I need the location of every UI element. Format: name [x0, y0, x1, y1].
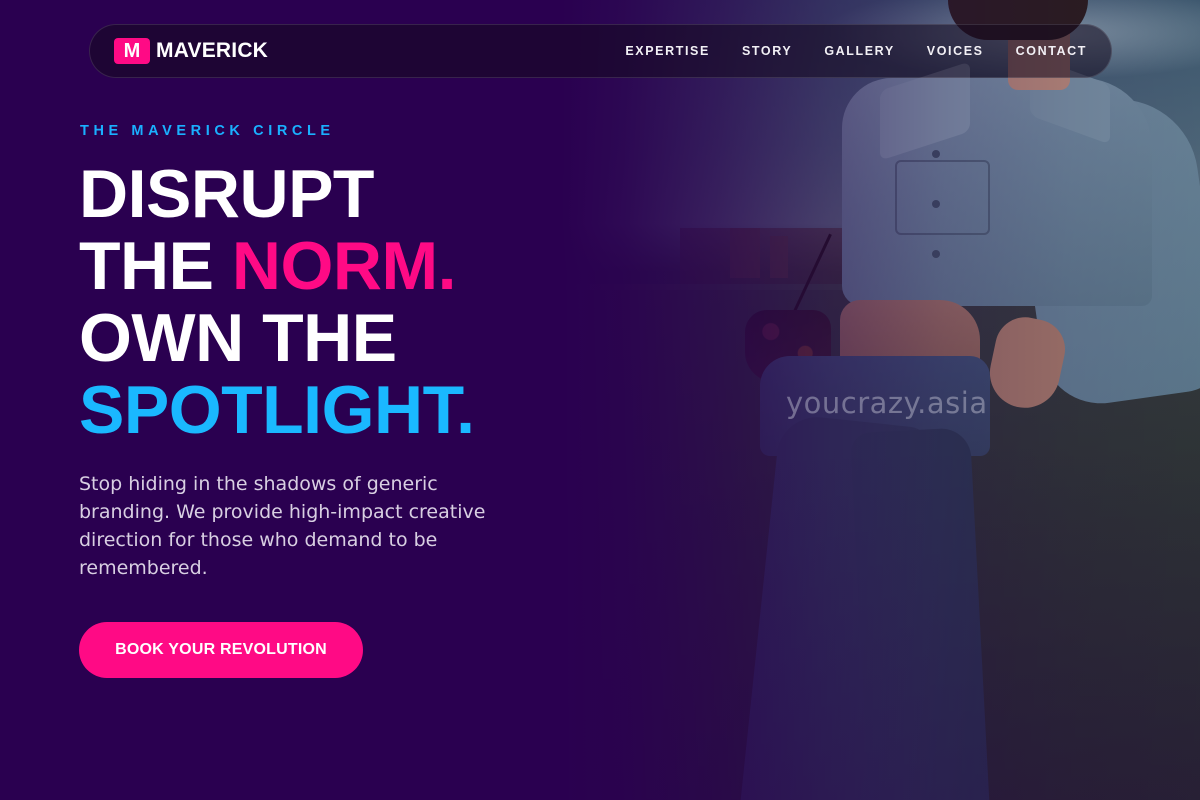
watermark-text: youcrazy.asia	[786, 386, 988, 420]
hero-headline: DISRUPT THE NORM. OWN THE SPOTLIGHT.	[79, 156, 475, 448]
headline-line-4: SPOTLIGHT.	[79, 372, 475, 448]
book-revolution-button[interactable]: BOOK YOUR REVOLUTION	[79, 622, 363, 678]
brand-logo[interactable]: M MAVERICK	[114, 38, 268, 64]
hero-eyebrow: THE MAVERICK CIRCLE	[80, 123, 335, 139]
headline-line-3: OWN THE	[79, 300, 397, 376]
nav-links: EXPERTISE STORY GALLERY VOICES CONTACT	[625, 44, 1087, 58]
top-navbar: M MAVERICK EXPERTISE STORY GALLERY VOICE…	[89, 24, 1112, 78]
nav-link-expertise[interactable]: EXPERTISE	[625, 44, 710, 58]
nav-link-story[interactable]: STORY	[742, 44, 792, 58]
nav-link-voices[interactable]: VOICES	[927, 44, 984, 58]
headline-line-1: DISRUPT	[79, 156, 374, 232]
nav-link-contact[interactable]: CONTACT	[1016, 44, 1087, 58]
landing-page: youcrazy.asia M MAVERICK EXPERTISE STORY…	[0, 0, 1200, 800]
headline-the: THE	[79, 228, 232, 304]
brand-name: MAVERICK	[156, 39, 269, 62]
headline-norm: NORM.	[231, 228, 457, 304]
hero-body-copy: Stop hiding in the shadows of generic br…	[79, 473, 486, 579]
brand-mark-icon: M	[114, 38, 150, 64]
headline-line-2: THE NORM.	[79, 230, 474, 302]
nav-link-gallery[interactable]: GALLERY	[824, 44, 894, 58]
